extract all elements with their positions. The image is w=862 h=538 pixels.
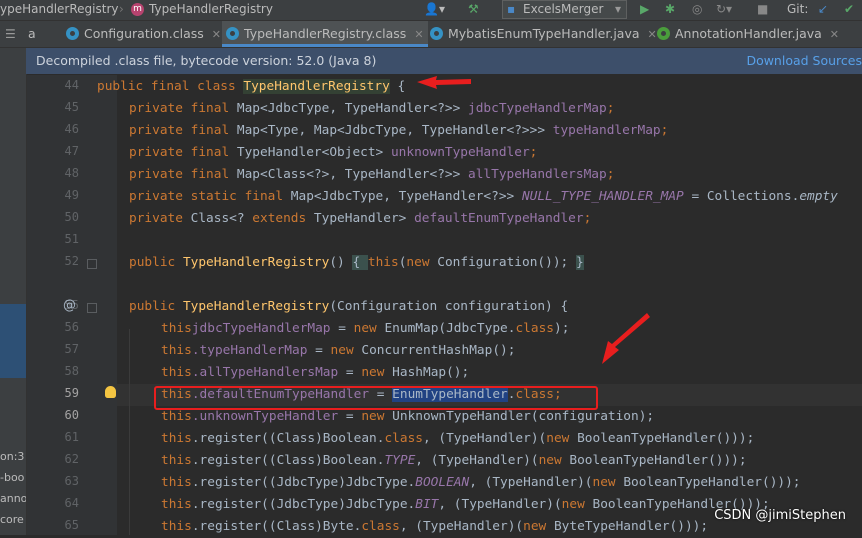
annotation-arrows: [417, 76, 650, 364]
watermark: CSDN @jimiStephen: [714, 508, 846, 523]
red-arrow-icon: [602, 313, 650, 364]
red-arrow-icon: [417, 76, 471, 89]
